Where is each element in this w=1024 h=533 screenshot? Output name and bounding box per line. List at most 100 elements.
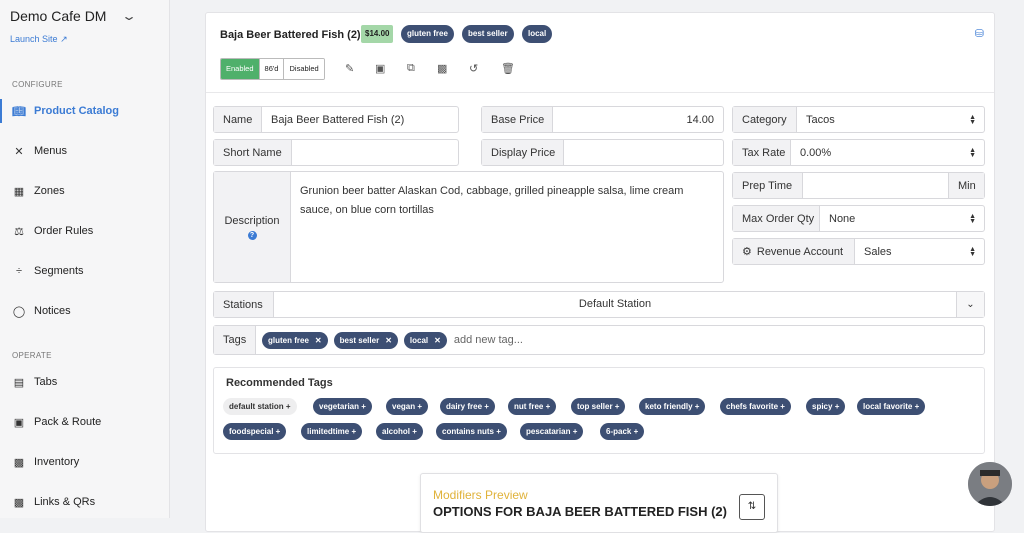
short-name-field: Short Name [213,139,459,166]
utensils-icon: ✕ [14,145,24,158]
description-label: Description [224,214,280,227]
category-select[interactable]: Tacos ▲ ▼ [797,107,984,132]
display-price-field: Display Price [481,139,724,166]
qr-code-icon: ▩ [13,496,25,509]
recommended-tag[interactable]: limitedtime + [301,423,363,440]
book-icon: 📖︎ [12,105,26,118]
description-label-cell: Description ? [214,172,291,282]
tabs-icon: ▤ [13,376,25,389]
recommended-tag[interactable]: contains nuts + [436,423,507,440]
remove-tag-icon[interactable]: ✕ [385,332,392,349]
prep-time-input[interactable] [803,173,948,198]
add-tag-input[interactable]: add new tag... [454,334,523,346]
max-order-select[interactable]: None ▲ ▼ [820,206,984,231]
modifiers-preview: Modifiers Preview OPTIONS FOR BAJA BEER … [420,473,778,533]
truck-icon: ▣ [13,416,25,429]
chevron-down-icon[interactable]: ⌄ [956,292,984,317]
edit-icon[interactable]: ✎ [345,62,354,75]
recommended-tag[interactable]: keto friendly + [639,398,706,415]
recommended-tag[interactable]: vegan + [386,398,429,415]
stations-field: Stations Default Station ⌄ [213,291,985,318]
sidebar-item-notices[interactable]: ◯ Notices [0,299,169,323]
product-header: Baja Beer Battered Fish (2) $14.00 glute… [206,13,994,93]
recommended-tag[interactable]: top seller + [571,398,626,415]
recommended-tag[interactable]: 6-pack + [600,423,645,440]
status-86d-button[interactable]: 86'd [259,59,285,79]
remove-tag-icon[interactable]: ✕ [434,332,441,349]
recommended-tag[interactable]: alcohol + [376,423,423,440]
sidebar-item-segments[interactable]: ÷ Segments [0,259,169,283]
recommended-tag[interactable]: dairy free + [440,398,495,415]
recommended-tag[interactable]: nut free + [508,398,557,415]
display-price-label: Display Price [482,140,564,165]
revenue-account-select[interactable]: Sales ▲ ▼ [855,239,984,264]
recommended-tag[interactable]: spicy + [806,398,846,415]
select-arrows-icon: ▲ ▼ [969,213,976,225]
description-field: Description ? Grunion beer batter Alaska… [213,171,724,283]
warehouse-icon: ▩ [13,456,25,469]
trash-icon[interactable]: 🗑︎ [501,62,515,75]
boxes-icon: ▦ [13,185,25,198]
prep-time-label: Prep Time [733,173,803,198]
display-price-input[interactable] [564,140,723,165]
venue-switcher[interactable]: Demo Cafe DM ⌄ [10,8,138,24]
sort-icon[interactable]: ⇅ [739,494,765,520]
status-toggle: Enabled 86'd Disabled [220,58,325,80]
inventory-icon[interactable]: ▩ [437,62,447,75]
sidebar-item-order-rules[interactable]: ⚖︎ Order Rules [0,219,169,243]
recommended-tag[interactable]: local favorite + [857,398,926,415]
recommended-tag[interactable]: foodspecial + [223,423,287,440]
external-link-icon: ↗ [60,34,68,44]
recommended-tags-title: Recommended Tags [226,377,333,389]
base-price-input[interactable]: 14.00 [553,107,723,132]
recommended-tag[interactable]: chefs favorite + [720,398,791,415]
status-disabled-button[interactable]: Disabled [284,59,324,79]
gear-icon: ⚙︎ [742,246,752,258]
sidebar: Demo Cafe DM ⌄ Launch Site ↗ CONFIGURE 📖… [0,0,170,518]
product-title: Baja Beer Battered Fish (2) [220,29,361,41]
sidebar-item-zones[interactable]: ▦ Zones [0,179,169,203]
sidebar-item-links-qrs[interactable]: ▩ Links & QRs [0,490,169,514]
select-arrows-icon: ▲ ▼ [969,147,976,159]
help-icon[interactable]: ? [247,230,257,240]
copy-icon[interactable]: ⧉ [407,62,415,75]
recommended-tag[interactable]: vegetarian + [313,398,372,415]
revenue-account-label-cell: ⚙︎ Revenue Account [733,239,855,264]
tags-label: Tags [214,326,256,354]
tax-rate-field: Tax Rate 0.00% ▲ ▼ [732,139,985,166]
sidebar-item-pack-route[interactable]: ▣ Pack & Route [0,410,169,434]
section-operate: OPERATE [12,351,52,360]
sidebar-item-tabs[interactable]: ▤ Tabs [0,370,169,394]
short-name-label: Short Name [214,140,292,165]
stations-select[interactable]: Default Station [274,292,956,317]
tax-rate-select[interactable]: 0.00% ▲ ▼ [791,140,984,165]
history-icon[interactable]: ↺ [469,62,478,75]
status-enabled-button[interactable]: Enabled [221,59,260,79]
description-textarea[interactable]: Grunion beer batter Alaskan Cod, cabbage… [291,172,723,282]
tags-field: Tags gluten free ✕ best seller ✕ local ✕ ad… [213,325,985,355]
sidebar-item-inventory[interactable]: ▩ Inventory [0,450,169,474]
comment-icon: ◯ [12,305,26,318]
name-input[interactable]: Baja Beer Battered Fish (2) [262,107,458,132]
images-icon[interactable]: ▣ [375,62,385,75]
header-tag-local: local [522,25,553,43]
section-configure: CONFIGURE [12,80,63,89]
sidebar-item-product-catalog[interactable]: 📖︎ Product Catalog [0,99,169,123]
avatar[interactable] [968,462,1012,506]
category-field: Category Tacos ▲ ▼ [732,106,985,133]
short-name-input[interactable] [292,140,458,165]
remove-tag-icon[interactable]: ✕ [315,332,322,349]
base-price-field: Base Price 14.00 [481,106,724,133]
header-tag-best-seller: best seller [462,25,514,43]
sidebar-item-menus[interactable]: ✕ Menus [0,139,169,163]
stations-label: Stations [214,292,274,317]
prep-time-unit: Min [948,173,984,198]
max-order-label: Max Order Qty [733,206,820,231]
revenue-account-field: ⚙︎ Revenue Account Sales ▲ ▼ [732,238,985,265]
recommended-tag[interactable]: default station + [223,398,297,415]
launch-site-link[interactable]: Launch Site ↗ [10,34,68,45]
tax-rate-label: Tax Rate [733,140,791,165]
database-icon[interactable]: ⛁ [975,27,984,40]
category-label: Category [733,107,797,132]
recommended-tag[interactable]: pescatarian + [520,423,584,440]
